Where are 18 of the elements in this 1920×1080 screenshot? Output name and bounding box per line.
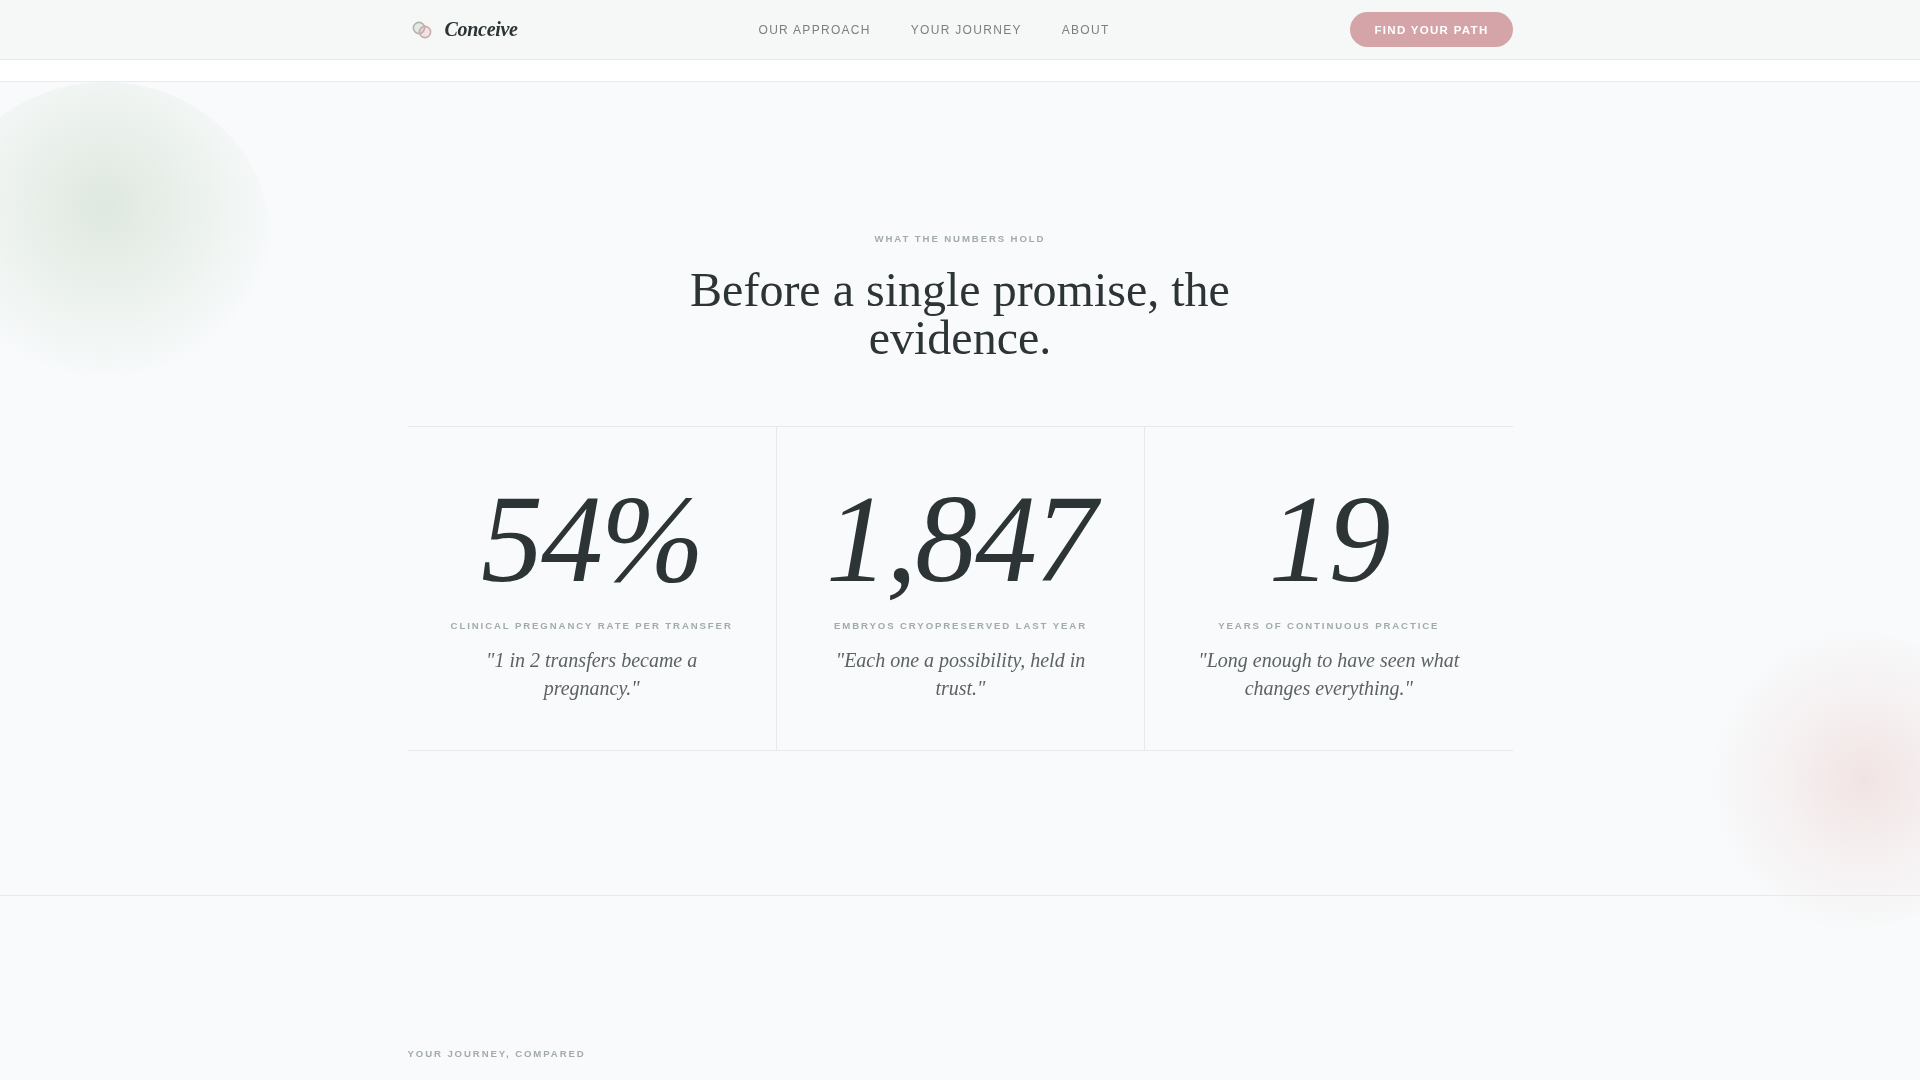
section-eyebrow: YOUR JOURNEY, COMPARED	[407, 1047, 586, 1061]
section-heading: Before a single promise, the evidence.	[689, 266, 1231, 362]
stat-label: CLINICAL PREGNANCY RATE PER TRANSFER	[450, 619, 733, 633]
nav-link[interactable]: ABOUT	[1061, 22, 1110, 37]
stat-number: 1,847	[814, 477, 1107, 603]
overlapping-rings-icon	[411, 20, 432, 39]
brand-name[interactable]: Conceive	[444, 18, 518, 41]
section-eyebrow: WHAT THE NUMBERS HOLD	[874, 232, 1046, 246]
nav-link[interactable]: OUR APPROACH	[758, 22, 871, 37]
find-path-button[interactable]: FIND YOUR PATH	[1350, 12, 1513, 47]
stat-quote: "1 in 2 transfers became a pregnancy."	[485, 648, 699, 702]
stat-number: 54%	[480, 477, 704, 603]
stat-quote: "Each one a possibility, held in trust."	[834, 648, 1087, 701]
stat-label: YEARS OF CONTINUOUS PRACTICE	[1218, 619, 1440, 633]
nav-link[interactable]: YOUR JOURNEY	[910, 22, 1022, 37]
stat-number: 19	[1267, 477, 1390, 603]
stat-quote: "Long enough to have seen what changes everything."	[1197, 648, 1461, 702]
stat-label: EMBRYOS CRYOPRESERVED LAST YEAR	[834, 619, 1087, 633]
